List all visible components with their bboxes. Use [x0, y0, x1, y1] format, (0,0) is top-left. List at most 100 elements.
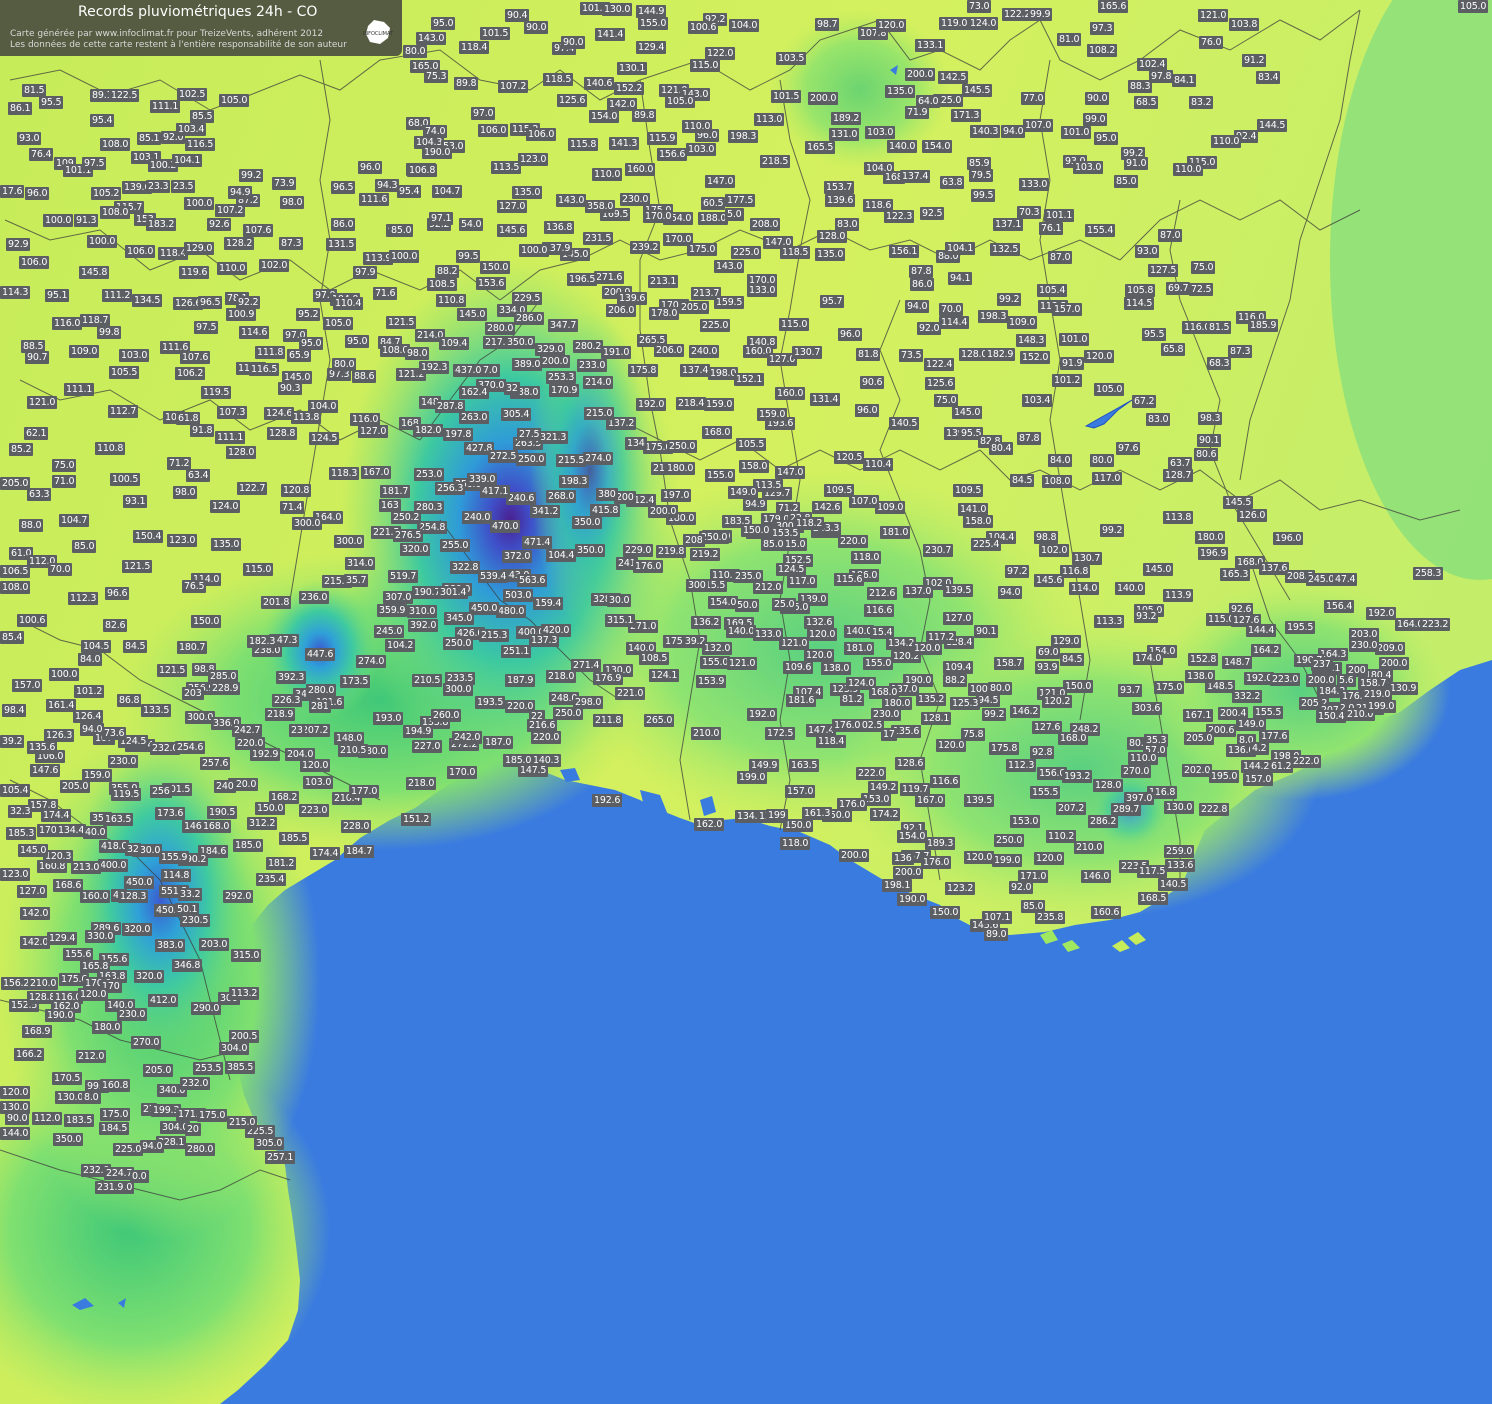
- station-value-label: 110.0: [1128, 752, 1159, 765]
- station-value-label: 320.0: [134, 970, 165, 983]
- station-value-label: 153.6: [476, 277, 507, 290]
- station-value-label: 124.1: [649, 669, 680, 682]
- station-value-label: 87.3: [279, 237, 304, 250]
- station-value-label: 156.1: [889, 245, 920, 258]
- station-value-label: 117.0: [1092, 472, 1123, 485]
- station-value-label: 130.7: [1072, 552, 1103, 565]
- station-value-label: 102.5: [177, 88, 208, 101]
- station-value-label: 128.2: [224, 237, 255, 250]
- station-value-label: 240.6: [506, 492, 537, 505]
- station-value-label: 63.8: [940, 176, 965, 189]
- station-value-label: 133.0: [747, 284, 778, 297]
- map-title: Records pluviométriques 24h - CO: [78, 4, 318, 20]
- station-value-label: 237: [1311, 658, 1333, 671]
- station-value-label: 95.0: [431, 17, 456, 30]
- station-value-label: 198.3: [728, 130, 759, 143]
- station-value-label: 127.0: [497, 200, 528, 213]
- station-value-label: 80.0: [1090, 454, 1115, 467]
- station-value-label: 98.8: [1034, 531, 1059, 544]
- station-value-label: 80.4: [989, 442, 1014, 455]
- station-value-label: 90.6: [860, 376, 885, 389]
- station-value-label: 470.0: [490, 520, 521, 533]
- station-value-label: 130.0: [602, 3, 633, 16]
- station-value-label: 94.9: [743, 498, 768, 511]
- station-value-label: 232.0: [180, 1077, 211, 1090]
- station-value-label: 242.7: [232, 724, 263, 737]
- station-value-label: 142.5: [938, 71, 969, 84]
- station-value-label: 250.0: [443, 637, 474, 650]
- station-value-label: 139.6: [617, 292, 648, 305]
- station-value-label: 176.0: [921, 856, 952, 869]
- station-value-label: 184.7: [344, 845, 375, 858]
- station-value-label: 140.6: [584, 77, 615, 90]
- station-value-label: 181.0: [880, 526, 911, 539]
- station-value-label: 116.8: [1060, 565, 1091, 578]
- station-value-label: 245.0: [374, 625, 405, 638]
- station-value-label: 202.0: [1182, 764, 1213, 777]
- station-value-label: 175: [663, 635, 685, 648]
- station-value-label: 140.5: [889, 417, 920, 430]
- station-value-label: 85.0: [761, 538, 786, 551]
- station-value-label: 80.0: [403, 45, 428, 58]
- station-value-label: 197.8: [443, 428, 474, 441]
- station-value-label: 117.0: [787, 575, 818, 588]
- station-value-label: 97.8: [1149, 70, 1174, 83]
- station-value-label: 205.0: [0, 477, 31, 490]
- station-value-label: 154.0: [708, 596, 739, 609]
- station-value-label: 71.4: [280, 501, 305, 514]
- station-value-label: 158.7: [994, 657, 1025, 670]
- station-value-label: 212.0: [76, 1050, 107, 1063]
- station-value-label: 121.0: [27, 396, 58, 409]
- station-value-label: 148.3: [1016, 334, 1047, 347]
- station-value-label: 350.0: [572, 516, 603, 529]
- station-value-label: 115.0: [779, 318, 810, 331]
- station-value-label: 135.0: [211, 538, 242, 551]
- station-value-label: 161.4: [46, 699, 77, 712]
- station-value-label: 222.8: [1199, 803, 1230, 816]
- station-value-label: 163.5: [103, 813, 134, 826]
- station-value-label: 98.7: [815, 18, 840, 31]
- station-value-label: 71.0: [52, 475, 77, 488]
- station-value-label: 159.0: [757, 408, 788, 421]
- station-value-label: 96.5: [331, 181, 356, 194]
- station-value-label: 25.0: [772, 598, 797, 611]
- station-value-label: 225.0: [700, 319, 731, 332]
- station-value-label: 77.0: [1021, 92, 1046, 105]
- station-value-label: 170.5: [52, 1072, 83, 1085]
- station-value-label: 98.0: [405, 347, 430, 360]
- station-value-label: 205.0: [1184, 732, 1215, 745]
- station-value-label: 111.2: [102, 289, 133, 302]
- station-value-label: 155.9: [159, 851, 190, 864]
- station-value-label: 105.0: [219, 94, 250, 107]
- station-value-label: 157.0: [1243, 773, 1274, 786]
- station-value-label: 133.0: [753, 628, 784, 641]
- station-value-label: 193.0: [373, 712, 404, 725]
- station-value-label: 85.0: [72, 540, 97, 553]
- station-value-label: 144.2: [1241, 760, 1272, 773]
- station-value-label: 303.6: [1132, 702, 1163, 715]
- station-value-label: 218.0: [406, 777, 437, 790]
- station-value-label: 101.5: [480, 27, 511, 40]
- station-value-label: 61.2: [1269, 760, 1294, 773]
- svg-text:INFOCLIMAT: INFOCLIMAT: [363, 31, 394, 37]
- station-value-label: 228.0: [341, 820, 372, 833]
- station-value-label: 300.0: [292, 517, 323, 530]
- station-value-label: 120.0: [78, 988, 109, 1001]
- station-value-label: 97.6: [1116, 442, 1141, 455]
- station-value-label: 228.9: [210, 682, 241, 695]
- station-value-label: 103.0: [119, 349, 150, 362]
- station-value-label: 94.0: [1001, 125, 1026, 138]
- station-value-label: 139.5: [964, 794, 995, 807]
- station-value-label: 195.5: [1285, 621, 1316, 634]
- station-value-label: 105.5: [109, 366, 140, 379]
- station-value-label: 170.0: [447, 766, 478, 779]
- station-value-label: 203.0: [199, 938, 230, 951]
- station-value-label: 144.4: [1246, 624, 1277, 637]
- station-value-label: 99.2: [239, 169, 264, 182]
- station-value-label: 181.2: [266, 857, 297, 870]
- station-value-label: 124.5: [309, 432, 340, 445]
- station-value-label: 412.0: [148, 994, 179, 1007]
- station-value-label: 447.6: [305, 648, 336, 661]
- station-value-label: 103.0: [1073, 161, 1104, 174]
- station-value-label: 107.6: [243, 224, 274, 237]
